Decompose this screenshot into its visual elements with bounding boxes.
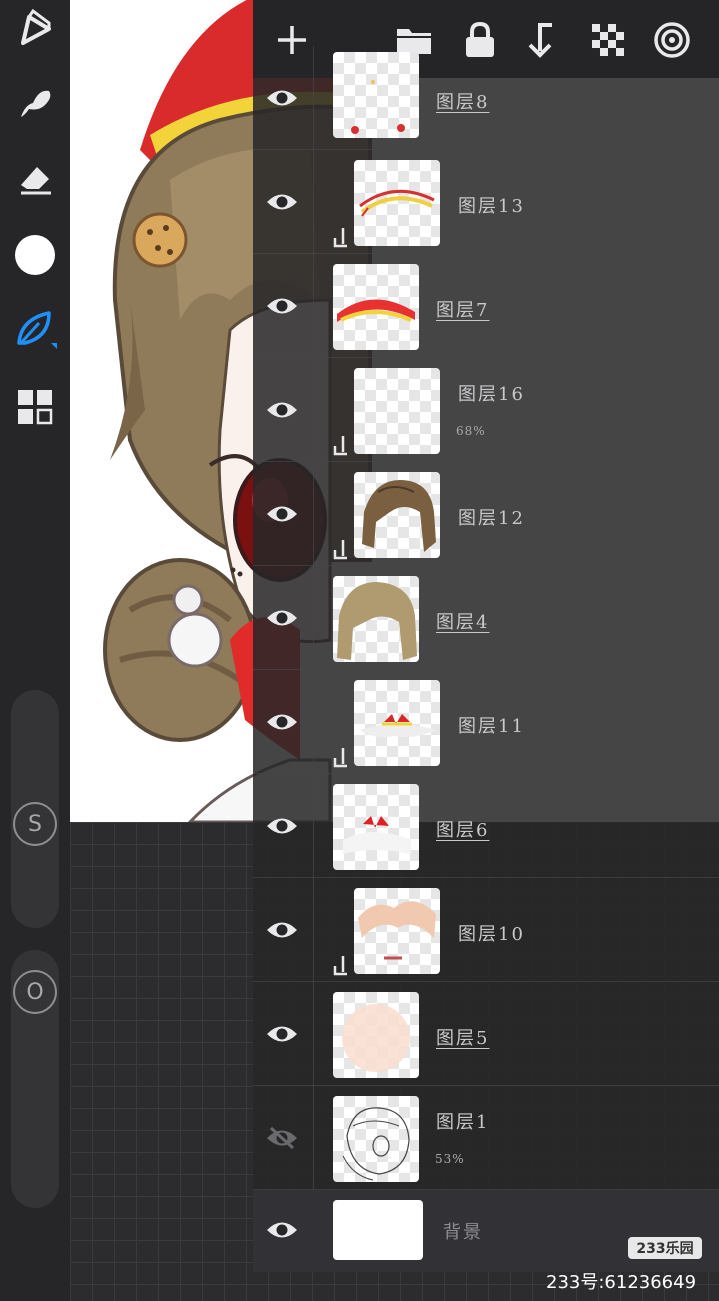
row-divider — [313, 982, 314, 1086]
watermark-id: 233号:61236649 — [546, 1272, 697, 1293]
drawing-app: S O 图层8 图层13 图层7 图层16 68% 图层12 图层4 图层11 … — [0, 0, 719, 1301]
visibility-eye-icon[interactable] — [261, 1014, 303, 1054]
layer-row[interactable]: 图层4 — [253, 566, 719, 670]
visibility-eye-icon[interactable] — [261, 494, 303, 534]
layer-row[interactable]: 图层11 — [253, 670, 719, 774]
layer-name[interactable]: 图层16 — [458, 380, 525, 406]
clipping-mask-icon — [333, 954, 349, 976]
layer-row[interactable]: 图层10 — [253, 878, 719, 982]
layer-name[interactable]: 背景 — [443, 1218, 483, 1244]
layer-thumbnail — [354, 472, 440, 558]
smudge-icon[interactable] — [10, 78, 60, 128]
row-divider — [313, 358, 314, 462]
layer-name[interactable]: 图层13 — [458, 192, 525, 218]
visibility-eye-icon[interactable] — [261, 598, 303, 638]
row-divider — [313, 774, 314, 878]
clipping-mask-icon — [333, 226, 349, 248]
layer-row[interactable]: 图层5 — [253, 982, 719, 1086]
visibility-eye-icon[interactable] — [261, 78, 303, 118]
row-divider — [313, 566, 314, 670]
clipping-mask-icon — [333, 538, 349, 560]
visibility-eye-icon[interactable] — [261, 806, 303, 846]
layer-name[interactable]: 图层10 — [458, 920, 525, 946]
visibility-eye-icon[interactable] — [261, 286, 303, 326]
layer-thumbnail — [333, 1096, 419, 1182]
layers-grid-icon[interactable] — [10, 382, 60, 432]
layer-name[interactable]: 图层4 — [436, 608, 489, 634]
layer-thumbnail — [333, 576, 419, 662]
layer-opacity: 53% — [435, 1152, 465, 1166]
layer-row[interactable]: 图层13 — [253, 150, 719, 254]
layer-thumbnail — [354, 368, 440, 454]
visibility-eye-icon[interactable] — [261, 390, 303, 430]
size-slider-knob[interactable]: S — [13, 802, 57, 846]
layer-name[interactable]: 图层8 — [436, 88, 489, 114]
layer-thumbnail — [333, 992, 419, 1078]
layer-name[interactable]: 图层6 — [436, 816, 489, 842]
layer-name[interactable]: 图层11 — [458, 712, 525, 738]
eraser-icon[interactable] — [10, 154, 60, 204]
background-color-swatch[interactable] — [333, 1200, 423, 1260]
layer-panel: 图层8 图层13 图层7 图层16 68% 图层12 图层4 图层11 图层6 … — [253, 0, 719, 1272]
visibility-eye-icon[interactable] — [261, 702, 303, 742]
layer-name[interactable]: 图层7 — [436, 296, 489, 322]
layer-name[interactable]: 图层12 — [458, 504, 525, 530]
visibility-eye-icon[interactable] — [261, 910, 303, 950]
color-picker-icon[interactable] — [10, 230, 60, 280]
visibility-hidden-eye-icon[interactable] — [261, 1118, 303, 1158]
row-divider — [313, 150, 314, 254]
layer-name[interactable]: 图层1 — [436, 1108, 489, 1134]
clipping-mask-icon — [333, 746, 349, 768]
leaf-brush-icon[interactable] — [10, 304, 60, 354]
left-toolbar: S O — [0, 0, 70, 1301]
layer-thumbnail — [333, 264, 419, 350]
layer-row[interactable]: 图层8 — [253, 46, 719, 150]
row-divider — [313, 254, 314, 358]
visibility-eye-icon[interactable] — [261, 1210, 303, 1250]
layer-row[interactable]: 图层7 — [253, 254, 719, 358]
layer-thumbnail — [354, 888, 440, 974]
row-divider — [313, 670, 314, 774]
layer-row[interactable]: 图层1 53% — [253, 1086, 719, 1190]
opacity-slider-knob[interactable]: O — [13, 970, 57, 1014]
row-divider — [313, 1086, 314, 1190]
row-divider — [313, 46, 314, 150]
layer-row-background[interactable]: 背景 — [253, 1190, 719, 1272]
row-divider — [313, 462, 314, 566]
layer-thumbnail — [333, 52, 419, 138]
layer-thumbnail — [333, 784, 419, 870]
watermark-logo: 233乐园 — [628, 1237, 702, 1259]
brush-library-icon[interactable] — [10, 4, 60, 54]
layer-row[interactable]: 图层12 — [253, 462, 719, 566]
layer-row[interactable]: 图层16 68% — [253, 358, 719, 462]
row-divider — [313, 878, 314, 982]
layer-name[interactable]: 图层5 — [436, 1024, 489, 1050]
layer-thumbnail — [354, 680, 440, 766]
clipping-mask-icon — [333, 434, 349, 456]
visibility-eye-icon[interactable] — [261, 182, 303, 222]
layer-opacity: 68% — [456, 424, 486, 438]
layer-thumbnail — [354, 160, 440, 246]
layer-row[interactable]: 图层6 — [253, 774, 719, 878]
